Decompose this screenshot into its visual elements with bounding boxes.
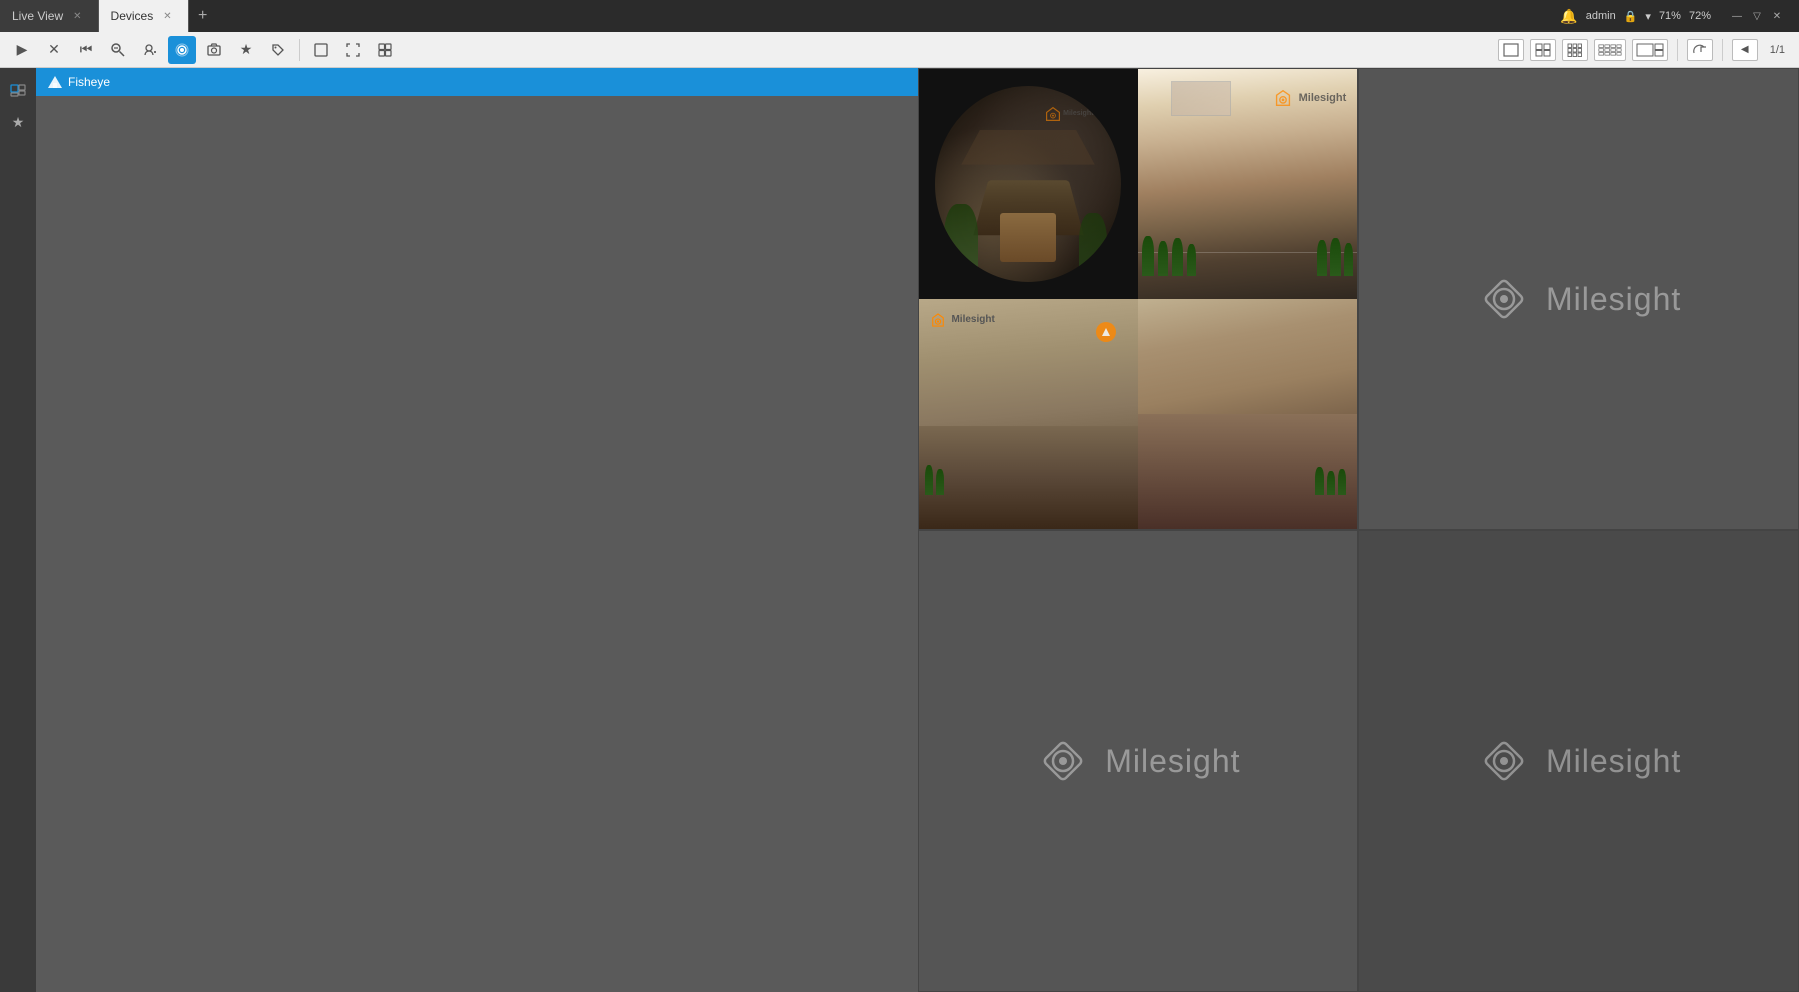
separator-2 [1677, 39, 1678, 61]
toolbar-right: ◀ 1/1 [1498, 39, 1791, 61]
fisheye-cell-bottom-right [1138, 299, 1357, 529]
fisheye-circular-image: Milesight [935, 86, 1121, 282]
tab-live-view[interactable]: Live View ✕ [0, 0, 99, 32]
milesight-logo-top-right: Milesight [1476, 271, 1681, 327]
multiscreen-button[interactable] [371, 36, 399, 64]
milesight-logo-icon-bottom-left [1035, 733, 1091, 789]
fisheye-grid: Milesight [919, 69, 1358, 529]
main-layout: ★ Fisheye [0, 68, 1799, 992]
favorite-button[interactable]: ★ [232, 36, 260, 64]
layout-4x4[interactable] [1594, 39, 1626, 61]
prev-button[interactable]: ⏮ [72, 36, 100, 64]
toolbar: ▶ ✕ ⏮ ★ [0, 32, 1799, 68]
admin-label: admin [1586, 10, 1616, 22]
milesight-logo-icon-top-right [1476, 271, 1532, 327]
video-cell-bottom-left[interactable]: Milesight [918, 530, 1359, 992]
fullscreen-button[interactable] [339, 36, 367, 64]
tab-live-view-close[interactable]: ✕ [69, 9, 85, 24]
tab-devices-label: Devices [111, 9, 154, 23]
tab-devices[interactable]: Devices ✕ [99, 0, 189, 32]
add-device-button[interactable] [136, 36, 164, 64]
sidebar-item-fisheye[interactable]: Fisheye [36, 68, 918, 96]
milesight-logo-bottom-left: Milesight [1035, 733, 1240, 789]
notification-icon[interactable]: 🔔 [1560, 8, 1577, 25]
battery2-label: 72% [1689, 10, 1711, 22]
dropdown-icon[interactable]: ▾ [1645, 10, 1651, 23]
minimize-button[interactable]: — [1727, 6, 1747, 26]
video-cell-top-right[interactable]: Milesight [1358, 68, 1799, 530]
video-cell-top-left[interactable]: Milesight [918, 68, 1359, 530]
window-controls: — ▽ ✕ [1727, 6, 1787, 26]
video-grid: Milesight [918, 68, 1799, 992]
battery1-label: 71% [1659, 10, 1681, 22]
milesight-brand-top-right: Milesight [1546, 281, 1681, 318]
rotate-button[interactable] [1687, 39, 1713, 61]
zoom-button[interactable] [104, 36, 132, 64]
milesight-logo-icon-bottom-right [1476, 733, 1532, 789]
fisheye-cell-bottom-left: Milesight [919, 299, 1138, 529]
milesight-brand-bottom-right: Milesight [1546, 743, 1681, 780]
sidebar-content: Fisheye [36, 68, 918, 992]
prev-page-toolbar[interactable]: ◀ [1732, 39, 1758, 61]
sidebar-icon-panel: ★ [0, 68, 36, 992]
fisheye-circular-view: Milesight [919, 69, 1138, 299]
sidebar-icon-devices[interactable] [4, 76, 32, 104]
page-info: 1/1 [1764, 44, 1791, 56]
layout-2x2[interactable] [1530, 39, 1556, 61]
fisheye-cell-circular: Milesight [919, 69, 1138, 299]
tab-devices-close[interactable]: ✕ [159, 9, 175, 24]
layout-1x1[interactable] [1498, 39, 1524, 61]
close-button[interactable]: ✕ [1767, 6, 1787, 26]
play-button[interactable]: ▶ [8, 36, 36, 64]
live-view-button[interactable] [168, 36, 196, 64]
snapshot-button[interactable] [200, 36, 228, 64]
layout-3x3[interactable] [1562, 39, 1588, 61]
milesight-brand-bottom-left: Milesight [1105, 743, 1240, 780]
fisheye-cam-top-right: Milesight [1138, 69, 1357, 299]
milesight-logo-bottom-right: Milesight [1476, 733, 1681, 789]
layout-single-button[interactable] [307, 36, 335, 64]
fisheye-cell-top-right: Milesight [1138, 69, 1357, 299]
title-bar: Live View ✕ Devices ✕ + 🔔 admin 🔒 ▾ 71% … [0, 0, 1799, 32]
separator-1 [299, 39, 300, 61]
title-bar-right: 🔔 admin 🔒 ▾ 71% 72% — ▽ ✕ [1560, 6, 1799, 26]
tag-button[interactable] [264, 36, 292, 64]
sidebar-item-fisheye-label: Fisheye [68, 75, 110, 89]
lock-icon: 🔒 [1624, 10, 1638, 23]
stop-button[interactable]: ✕ [40, 36, 68, 64]
video-cell-bottom-right[interactable]: Milesight [1358, 530, 1799, 992]
add-tab-button[interactable]: + [189, 2, 217, 30]
sidebar-icon-favorites[interactable]: ★ [4, 108, 32, 136]
tab-live-view-label: Live View [12, 9, 63, 23]
layout-custom[interactable] [1632, 39, 1668, 61]
separator-3 [1722, 39, 1723, 61]
restore-button[interactable]: ▽ [1747, 6, 1767, 26]
